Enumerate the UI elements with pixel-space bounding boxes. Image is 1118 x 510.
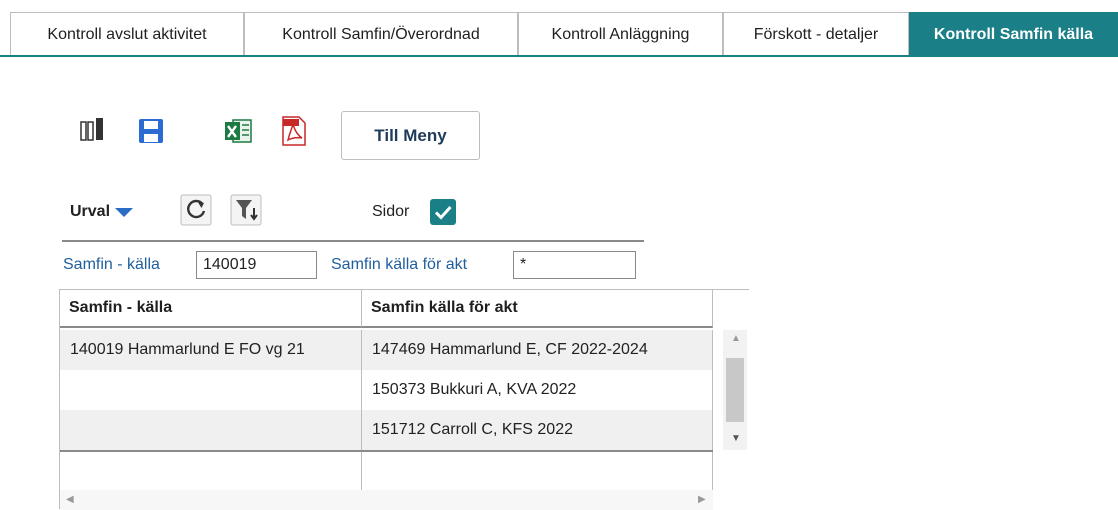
tab-forskott-detaljer[interactable]: Förskott - detaljer [723,12,909,56]
scroll-left-icon[interactable]: ◀ [66,495,74,505]
data-grid: Samfin - källa Samfin källa för akt 1400… [59,289,749,510]
tab-bar: Kontroll avslut aktivitet Kontroll Samfi… [0,0,1118,57]
scroll-up-icon[interactable]: ▲ [731,334,741,344]
table-cell[interactable] [60,370,362,410]
table-row-empty [60,450,713,490]
scroll-down-icon[interactable]: ▼ [731,434,741,444]
table-cell[interactable]: 150373 Bukkuri A, KVA 2022 [362,370,713,410]
caret-down-icon [115,207,134,217]
table-cell[interactable]: 147469 Hammarlund E, CF 2022-2024 [362,330,713,370]
urval-label: Urval [70,203,111,220]
vertical-scrollbar[interactable]: ▲ ▼ [723,330,747,450]
samfin-kalla-label: Samfin - källa [63,256,160,273]
excel-icon[interactable] [224,116,254,146]
section-divider [62,240,644,242]
tab-kontroll-anlaggning[interactable]: Kontroll Anläggning [518,12,723,56]
samfin-kalla-akt-label: Samfin källa för akt [331,256,468,273]
table-cell[interactable] [60,410,362,450]
columns-icon[interactable] [80,117,106,143]
scroll-right-icon[interactable]: ▶ [698,495,706,505]
sidor-label: Sidor [372,203,410,220]
checkmark-icon [434,205,452,220]
tab-kontroll-samfin-kalla[interactable]: Kontroll Samfin källa [909,12,1118,56]
tab-kontroll-samfin-overordnad[interactable]: Kontroll Samfin/Överordnad [244,12,518,56]
column-header-samfin-kalla-akt[interactable]: Samfin källa för akt [362,290,713,328]
sidor-checkbox[interactable] [430,199,456,225]
filter-sort-icon[interactable] [230,194,262,226]
scrollbar-thumb[interactable] [726,358,744,422]
table-cell [362,452,713,490]
till-meny-button[interactable]: Till Meny [341,111,480,160]
samfin-kalla-input[interactable] [196,251,317,279]
samfin-kalla-akt-input[interactable] [513,251,636,279]
refresh-icon[interactable] [180,194,212,226]
table-cell [60,452,362,490]
save-icon[interactable] [137,117,165,145]
table-cell[interactable]: 140019 Hammarlund E FO vg 21 [60,330,362,370]
table-cell[interactable]: 151712 Carroll C, KFS 2022 [362,410,713,450]
tab-underline [0,55,1118,57]
pdf-icon[interactable] [280,116,308,146]
tab-kontroll-avslut-aktivitet[interactable]: Kontroll avslut aktivitet [10,12,244,56]
urval-dropdown[interactable]: Urval [70,203,134,221]
horizontal-scrollbar[interactable]: ◀ ▶ [60,490,713,510]
column-header-samfin-kalla[interactable]: Samfin - källa [60,290,362,328]
